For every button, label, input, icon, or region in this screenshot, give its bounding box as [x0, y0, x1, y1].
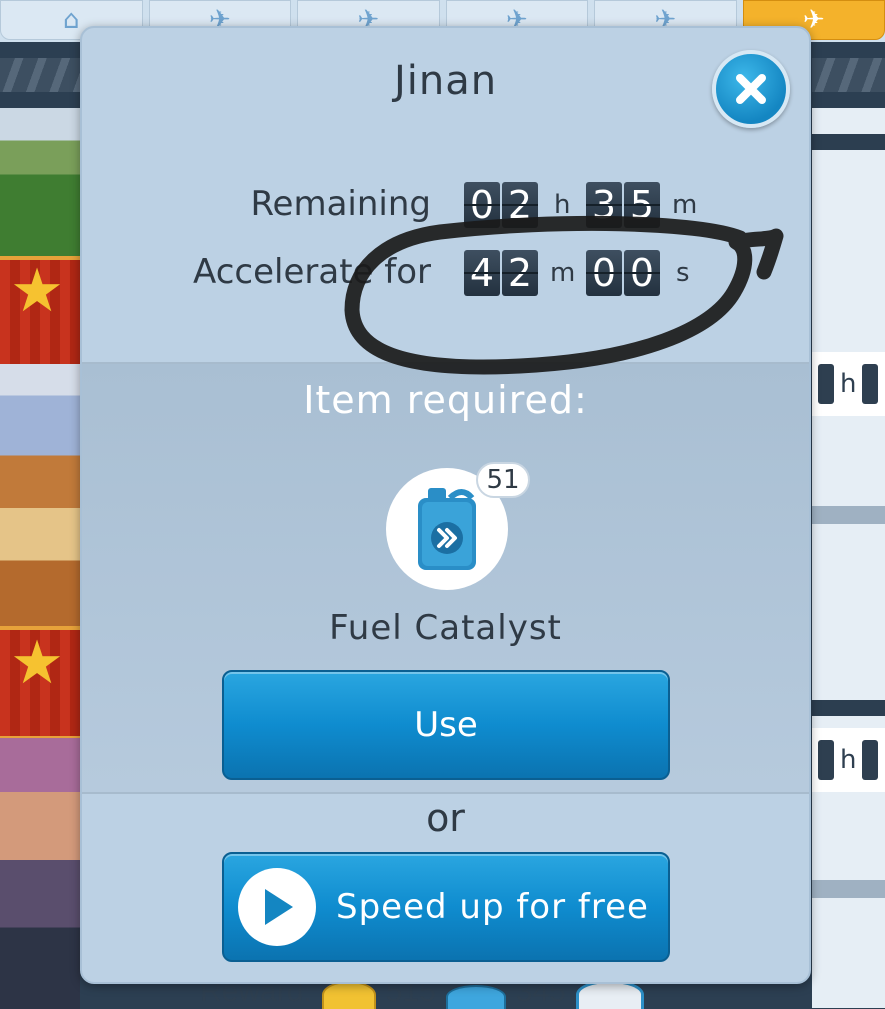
- right-panel-bar: [812, 134, 885, 150]
- header-stripe: [812, 58, 885, 92]
- close-icon: [736, 74, 766, 104]
- fuel-canister-icon: [418, 488, 476, 570]
- accelerate-row: Accelerate for 4 2 m 0 0 s: [82, 250, 809, 300]
- city-image[interactable]: [0, 364, 80, 626]
- hours-unit: h: [840, 745, 857, 775]
- timer-digit: 4: [464, 250, 500, 296]
- right-list-panel: [812, 108, 885, 1008]
- coin-icon: [321, 981, 376, 1009]
- timer-digit: 2: [502, 182, 538, 228]
- or-divider: [82, 792, 809, 794]
- or-label: or: [426, 796, 465, 840]
- city-image[interactable]: [0, 738, 80, 1009]
- seconds-unit: s: [676, 258, 690, 288]
- speed-up-free-button[interactable]: Speed up for free: [222, 852, 670, 962]
- right-timer-row: h: [812, 728, 885, 792]
- timer-digit: 5: [624, 182, 660, 228]
- minutes-unit: m: [672, 190, 698, 220]
- hours-unit: h: [554, 190, 571, 220]
- timer-digit: 3: [586, 182, 622, 228]
- item-required-label: Item required:: [303, 378, 588, 422]
- star-icon: ★: [10, 628, 64, 698]
- star-icon: ★: [10, 256, 64, 326]
- right-panel-divider: [812, 506, 885, 524]
- right-timer-row: h: [812, 352, 885, 416]
- use-button-label: Use: [414, 705, 478, 745]
- timer-digit: 2: [502, 250, 538, 296]
- timer-digit: 0: [586, 250, 622, 296]
- timer-digit: 0: [464, 182, 500, 228]
- home-icon: ⌂: [62, 5, 80, 35]
- remaining-row: Remaining 0 2 h 3 5 m: [82, 182, 809, 232]
- item-name: Fuel Catalyst: [329, 608, 562, 648]
- right-panel-divider: [812, 880, 885, 898]
- timer-digit: [818, 740, 834, 780]
- minutes-unit: m: [550, 258, 576, 288]
- timer-digit: [862, 740, 879, 780]
- remaining-minutes: 3 5: [586, 182, 660, 228]
- accelerate-dialog: Jinan Remaining 0 2 h 3 5 m Accelerate f…: [80, 26, 811, 984]
- use-item-button[interactable]: Use: [222, 670, 670, 780]
- header-stripe: [0, 58, 80, 92]
- item-count-badge: 51: [476, 462, 530, 498]
- close-button[interactable]: [712, 50, 790, 128]
- accelerate-label: Accelerate for: [193, 252, 431, 292]
- timer-digit: [818, 364, 834, 404]
- reward-strip: Reward: 515 345: [200, 975, 720, 1009]
- speed-up-label: Speed up for free: [336, 887, 649, 927]
- city-image[interactable]: [0, 108, 80, 256]
- remaining-label: Remaining: [250, 184, 431, 224]
- accelerate-minutes: 4 2: [464, 250, 538, 296]
- timer-digit: 0: [624, 250, 660, 296]
- remaining-hours: 0 2: [464, 182, 538, 228]
- right-panel-bar: [812, 700, 885, 716]
- hours-unit: h: [840, 369, 857, 399]
- play-video-icon: [238, 868, 316, 946]
- gem-icon: [445, 985, 506, 1009]
- gift-box-icon[interactable]: [575, 980, 644, 1009]
- accelerate-seconds: 0 0: [586, 250, 660, 296]
- dialog-title: Jinan: [393, 58, 498, 104]
- timer-digit: [862, 364, 879, 404]
